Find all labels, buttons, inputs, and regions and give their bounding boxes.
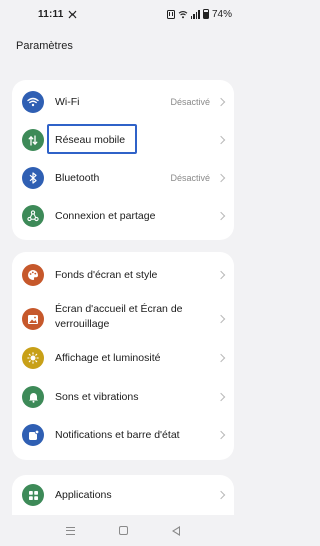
chevron-right-icon (216, 135, 226, 145)
settings-item-label: Notifications et barre d'état (55, 428, 180, 441)
apps-card: Applications (12, 475, 234, 515)
chevron-right-icon (216, 392, 226, 402)
nfc-icon (166, 9, 175, 19)
apps-icon (22, 484, 44, 506)
settings-item-wifi[interactable]: Wi-Fi Désactivé (12, 83, 234, 121)
settings-item-label: Bluetooth (55, 171, 100, 184)
wifi-icon (22, 91, 44, 113)
settings-item-sounds-vibration[interactable]: Sons et vibrations (12, 378, 234, 416)
settings-item-label: Wi-Fi (55, 95, 80, 108)
chevron-right-icon (216, 173, 226, 183)
notification-glyph-icon (68, 10, 77, 19)
page-title: Paramètres (16, 40, 73, 52)
home-icon[interactable] (119, 526, 128, 535)
back-icon[interactable] (172, 525, 180, 536)
chevron-right-icon (216, 314, 226, 324)
notification-icon (22, 424, 44, 446)
settings-item-label-line1: Écran d'accueil et Écran de (55, 303, 183, 315)
wifi-status-icon (178, 10, 188, 19)
status-time: 11:11 (38, 8, 64, 20)
signal-icon (190, 9, 200, 19)
status-bar: 11:11 74% (0, 0, 246, 28)
highlight-box (47, 124, 137, 154)
chevron-right-icon (216, 430, 226, 440)
chevron-right-icon (216, 353, 226, 363)
bell-icon (22, 386, 44, 408)
battery-icon (202, 9, 209, 19)
chevron-right-icon (216, 270, 226, 280)
settings-item-label: Fonds d'écran et style (55, 268, 158, 281)
settings-item-label: Sons et vibrations (55, 390, 139, 403)
settings-item-display-brightness[interactable]: Affichage et luminosité (12, 339, 234, 377)
settings-item-wallpaper-style[interactable]: Fonds d'écran et style (12, 256, 234, 294)
palette-icon (22, 264, 44, 286)
chevron-right-icon (216, 211, 226, 221)
personalization-card: Fonds d'écran et style Écran d'accueil e… (12, 252, 234, 460)
settings-item-label: Connexion et partage (55, 209, 156, 222)
settings-item-home-lock-screen[interactable]: Écran d'accueil et Écran de verrouillage (12, 297, 234, 341)
chevron-right-icon (216, 97, 226, 107)
settings-item-applications[interactable]: Applications (12, 476, 234, 514)
settings-item-value: Désactivé (170, 173, 210, 183)
settings-item-connection-sharing[interactable]: Connexion et partage (12, 197, 234, 235)
connectivity-card: Wi-Fi Désactivé Réseau mobile Bluetooth … (12, 80, 234, 240)
settings-item-bluetooth[interactable]: Bluetooth Désactivé (12, 159, 234, 197)
chevron-right-icon (216, 490, 226, 500)
mobile-data-icon (22, 129, 44, 151)
share-icon (22, 205, 44, 227)
settings-item-label: Applications (55, 488, 112, 501)
image-icon (22, 308, 44, 330)
battery-percent: 74% (211, 8, 232, 20)
settings-item-label: Affichage et luminosité (55, 351, 161, 364)
recent-apps-icon[interactable] (66, 526, 75, 535)
navigation-bar (0, 515, 246, 546)
settings-item-label-line2: verrouillage (55, 318, 110, 330)
bluetooth-icon (22, 167, 44, 189)
brightness-icon (22, 347, 44, 369)
settings-item-value: Désactivé (170, 97, 210, 107)
settings-item-notifications-status-bar[interactable]: Notifications et barre d'état (12, 416, 234, 454)
